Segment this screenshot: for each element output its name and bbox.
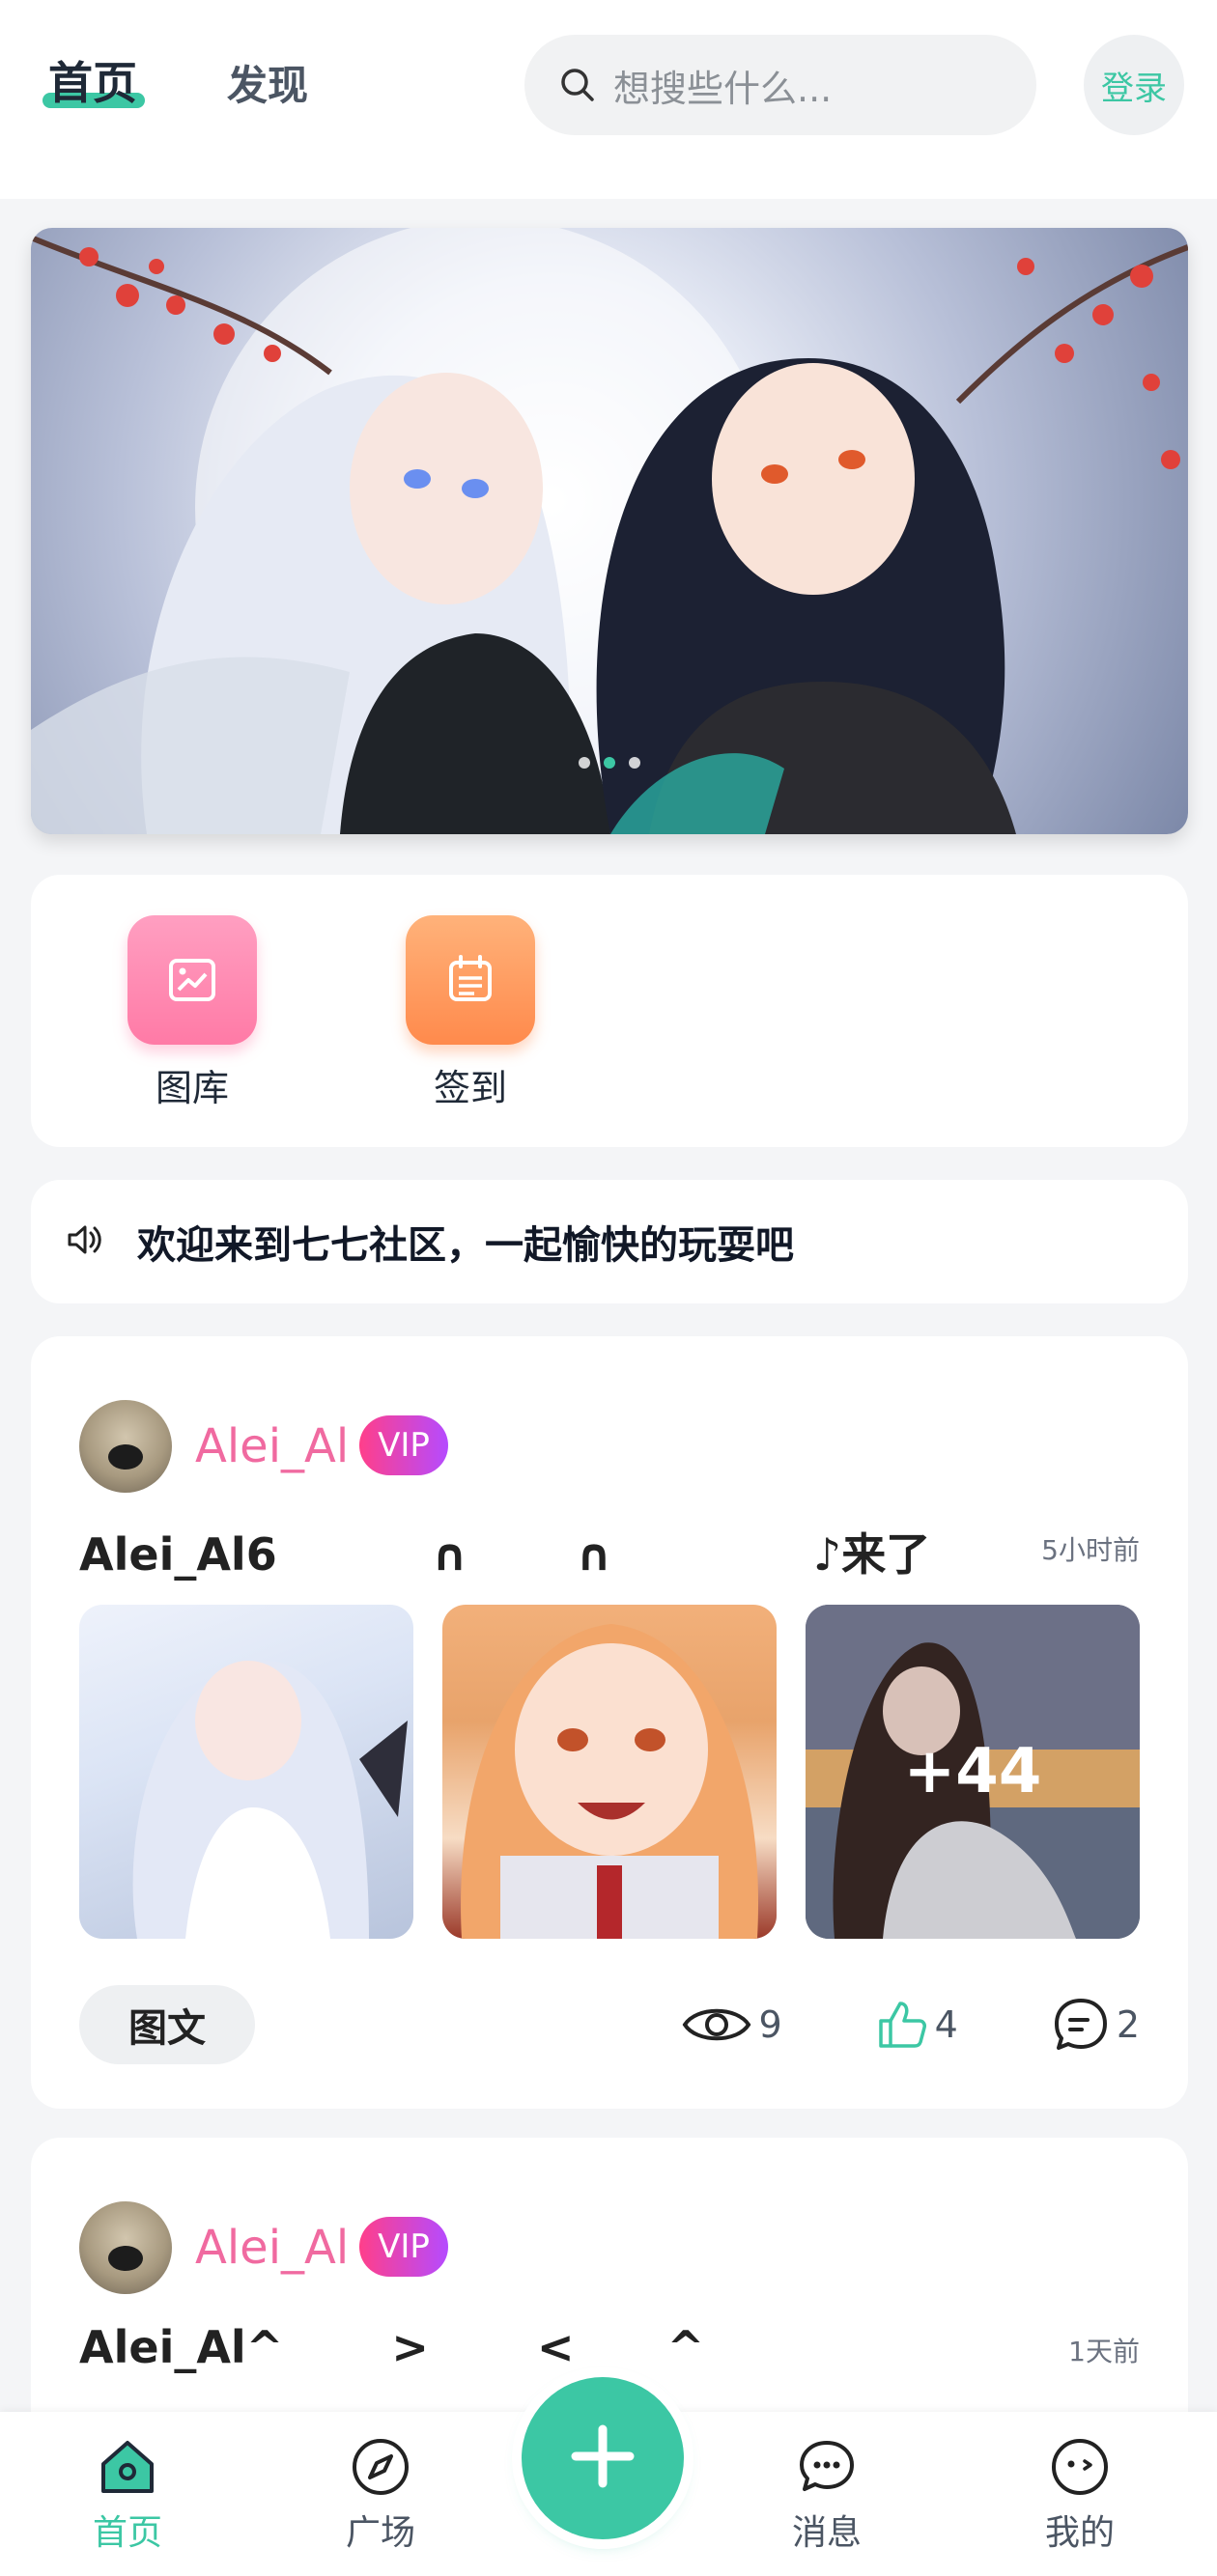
comments-count: 2 xyxy=(1116,2003,1140,2046)
carousel-indicator xyxy=(31,757,1188,769)
more-images-count[interactable]: +44 xyxy=(806,1605,1140,1939)
carousel-dot[interactable] xyxy=(629,757,640,769)
avatar-face xyxy=(108,1444,143,1470)
calendar-icon xyxy=(406,915,535,1045)
eye-icon xyxy=(681,2001,752,2049)
banner-illustration xyxy=(31,228,1188,834)
gallery-label: 图库 xyxy=(155,1067,229,1109)
notice-text: 欢迎来到七七社区，一起愉快的玩耍吧 xyxy=(137,1223,794,1268)
post-image[interactable] xyxy=(79,1605,413,1939)
nav-profile-label: 我的 xyxy=(1044,2513,1115,2553)
post-username[interactable]: Alei_Al xyxy=(195,2221,349,2275)
checkin-label: 签到 xyxy=(433,1067,507,1109)
comment-icon xyxy=(1051,1995,1111,2055)
face-icon xyxy=(1012,2433,1147,2501)
avatar-face xyxy=(108,2246,143,2271)
carousel-dot-active[interactable] xyxy=(604,757,615,769)
views-stat: 9 xyxy=(681,2001,782,2049)
nav-square[interactable]: 广场 xyxy=(313,2433,448,2555)
carousel-dot[interactable] xyxy=(579,757,590,769)
banner-carousel[interactable] xyxy=(31,228,1188,834)
likes-count: 4 xyxy=(934,2003,958,2046)
post-type-tag[interactable]: 图文 xyxy=(79,1985,255,2064)
post-stats: 9 4 2 xyxy=(681,1991,1140,2058)
post-image[interactable]: +44 xyxy=(806,1605,1140,1939)
post-images: +44 xyxy=(79,1605,1140,1939)
quick-actions-panel: 图库 签到 xyxy=(31,875,1188,1147)
post-card[interactable]: Alei_Al VIP Alei_Al6 ∩ ∩ ♪来了 5小时前 +44 图文… xyxy=(31,1336,1188,2109)
image-illustration xyxy=(461,1624,759,1939)
checkin-button[interactable]: 签到 xyxy=(406,915,535,1111)
post-image[interactable] xyxy=(442,1605,777,1939)
nav-square-label: 广场 xyxy=(345,2513,415,2553)
nav-home[interactable]: 首页 xyxy=(60,2433,195,2555)
post-time: 5小时前 xyxy=(1041,1534,1140,1566)
thumbs-up-icon xyxy=(875,1998,929,2052)
notice-bar[interactable]: 欢迎来到七七社区，一起愉快的玩耍吧 xyxy=(31,1180,1188,1303)
comments-stat[interactable]: 2 xyxy=(1051,1995,1140,2055)
nav-messages[interactable]: 消息 xyxy=(759,2433,894,2555)
avatar[interactable] xyxy=(79,1400,172,1493)
post-title[interactable]: Alei_Al^ > < ^ xyxy=(79,2321,704,2373)
post-username[interactable]: Alei_Al xyxy=(195,1419,349,1473)
vip-badge: VIP xyxy=(359,2217,448,2277)
image-icon xyxy=(127,915,257,1045)
nav-profile[interactable]: 我的 xyxy=(1012,2433,1147,2555)
gallery-button[interactable]: 图库 xyxy=(127,915,257,1111)
tab-discover[interactable]: 发现 xyxy=(227,53,308,112)
chat-icon xyxy=(759,2433,894,2501)
image-illustration xyxy=(132,1660,408,1939)
nav-messages-label: 消息 xyxy=(791,2513,862,2553)
nav-home-label: 首页 xyxy=(92,2513,162,2553)
avatar[interactable] xyxy=(79,2201,172,2294)
create-post-button[interactable] xyxy=(522,2377,684,2539)
likes-stat[interactable]: 4 xyxy=(875,1998,958,2052)
post-title[interactable]: Alei_Al6 ∩ ∩ ♪来了 xyxy=(79,1520,930,1583)
search-bar[interactable]: 想搜些什么... xyxy=(524,35,1036,135)
search-icon xyxy=(557,65,598,105)
tab-home[interactable]: 首页 xyxy=(48,48,137,112)
login-button[interactable]: 登录 xyxy=(1084,35,1184,135)
vip-badge: VIP xyxy=(359,1415,448,1475)
top-header: 首页 发现 想搜些什么... 登录 xyxy=(0,0,1217,199)
compass-icon xyxy=(313,2433,448,2501)
search-placeholder: 想搜些什么... xyxy=(613,67,833,110)
plus-icon xyxy=(564,2418,641,2499)
views-count: 9 xyxy=(758,2003,782,2046)
post-time: 1天前 xyxy=(1068,2336,1140,2367)
speaker-icon xyxy=(64,1219,104,1264)
home-icon xyxy=(60,2433,195,2501)
